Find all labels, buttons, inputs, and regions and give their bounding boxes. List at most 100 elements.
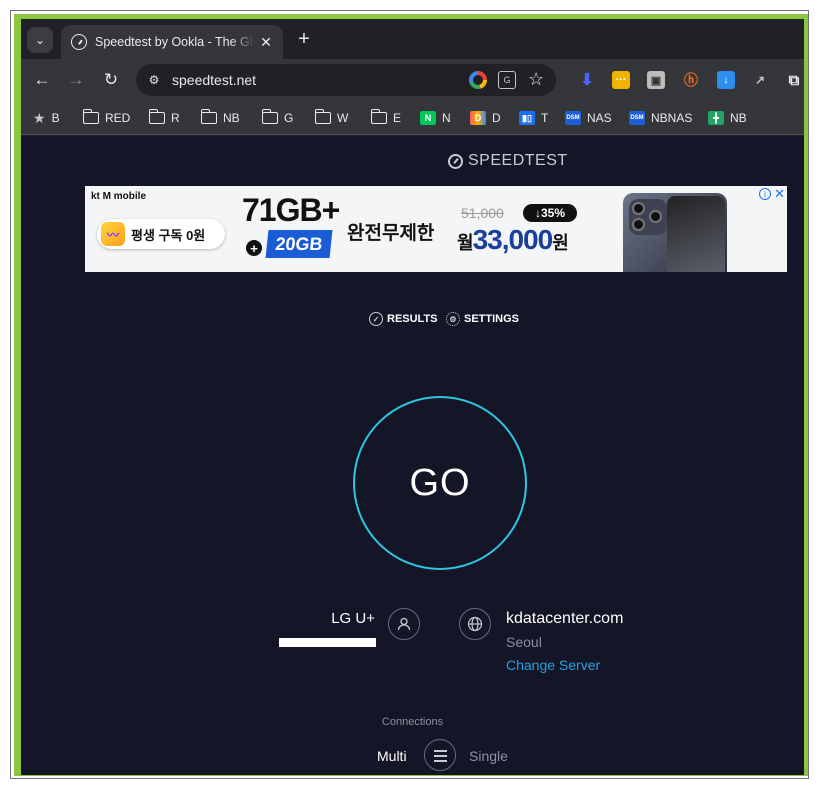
extension-puzzle-icon[interactable]: ▣ bbox=[647, 71, 665, 89]
bookmark-folder-nb[interactable]: NB bbox=[200, 109, 240, 127]
go-button[interactable]: GO bbox=[353, 396, 527, 570]
isp-name: LG U+ bbox=[331, 610, 375, 627]
site-info-icon[interactable]: ⚙ bbox=[146, 72, 162, 88]
connections-multi[interactable]: Multi bbox=[377, 748, 407, 764]
server-city: Seoul bbox=[506, 634, 542, 650]
address-bar[interactable]: ⚙ speedtest.net G ☆ bbox=[136, 64, 556, 96]
dsm-icon: DSM bbox=[629, 111, 645, 125]
bookmark-nb-sheet[interactable]: ╋ NB bbox=[708, 109, 747, 127]
tab-strip: ⌄ Speedtest by Ookla - The Global Broadb… bbox=[21, 19, 804, 59]
results-label: RESULTS bbox=[387, 313, 438, 325]
ad-price: 월33,000원 bbox=[457, 224, 569, 256]
new-tab-button[interactable]: + bbox=[293, 28, 315, 50]
bookmark-label: D bbox=[492, 111, 501, 125]
folder-icon bbox=[261, 109, 278, 124]
speedtest-page: SPEEDTEST kt M mobile 〰 평생 구독 0원 71GB+ +… bbox=[21, 136, 804, 775]
folder-icon bbox=[148, 109, 165, 124]
bookmark-folder-r[interactable]: R bbox=[148, 109, 180, 127]
star-icon: ★ bbox=[33, 109, 46, 126]
tab-speedtest[interactable]: Speedtest by Ookla - The Global Broadban… bbox=[61, 25, 283, 59]
ad-close-icon[interactable]: ✕ bbox=[774, 186, 785, 202]
bookmark-star-icon[interactable]: ☆ bbox=[528, 69, 544, 90]
extension-download-icon[interactable]: ↓ bbox=[717, 71, 735, 89]
bookmarks-bar: ★ B RED R NB G W E N N D D ▮▯ T DSM NAS … bbox=[21, 101, 804, 135]
bookmark-label: E bbox=[393, 111, 402, 125]
ad-price-suffix: 원 bbox=[552, 233, 569, 253]
bookmark-label: G bbox=[284, 111, 294, 125]
folder-icon bbox=[82, 109, 99, 124]
ad-brand: kt M mobile bbox=[91, 191, 147, 202]
bookmark-label: NAS bbox=[587, 111, 612, 125]
extension-memo-icon[interactable]: ··· bbox=[612, 71, 630, 89]
naver-icon: N bbox=[420, 111, 436, 125]
bookmark-label: NB bbox=[730, 111, 747, 125]
reload-button[interactable]: ↻ bbox=[101, 70, 121, 90]
folder-icon bbox=[200, 109, 217, 124]
folder-icon bbox=[370, 109, 387, 124]
user-icon bbox=[388, 608, 420, 640]
folder-icon bbox=[314, 109, 331, 124]
logo-text: SPEEDTEST bbox=[468, 152, 568, 169]
settings-label: SETTINGS bbox=[464, 313, 520, 325]
check-circle-icon: ✓ bbox=[369, 312, 383, 326]
phone-image bbox=[667, 196, 725, 272]
server-host: kdatacenter.com bbox=[506, 610, 624, 627]
camera-icon bbox=[629, 199, 667, 235]
speedtest-favicon-icon bbox=[71, 34, 87, 50]
connections-toggle-icon[interactable] bbox=[424, 739, 456, 771]
bookmark-b[interactable]: ★ B bbox=[33, 109, 60, 127]
ad-old-price: 51,000 bbox=[461, 205, 504, 221]
isp-ip-redacted bbox=[279, 638, 376, 647]
bookmark-nbnas[interactable]: DSM NBNAS bbox=[629, 109, 692, 127]
bookmark-n[interactable]: N N bbox=[420, 109, 451, 127]
gear-icon: ⚙ bbox=[446, 312, 460, 326]
bookmark-folder-e[interactable]: E bbox=[370, 109, 402, 127]
bookmark-label: B bbox=[51, 111, 60, 125]
results-link[interactable]: ✓ RESULTS bbox=[369, 312, 438, 326]
settings-link[interactable]: ⚙ SETTINGS bbox=[446, 312, 519, 326]
forward-button[interactable]: → bbox=[66, 70, 86, 90]
change-server-link[interactable]: Change Server bbox=[506, 657, 600, 673]
ad-banner[interactable]: kt M mobile 〰 평생 구독 0원 71GB+ + 20GB 완전무제… bbox=[85, 186, 787, 272]
connections-single[interactable]: Single bbox=[469, 748, 508, 764]
bookmark-nas[interactable]: DSM NAS bbox=[565, 109, 612, 127]
ad-subscription-pill: 〰 평생 구독 0원 bbox=[97, 219, 225, 249]
bookmark-label: R bbox=[171, 111, 180, 125]
extension-shield-icon[interactable]: ⬇ bbox=[578, 71, 596, 89]
plus-icon: + bbox=[246, 240, 262, 256]
bookmark-label: W bbox=[337, 111, 349, 125]
ad-unlimited: 완전무제한 bbox=[347, 223, 435, 244]
ad-pill-text: 평생 구독 0원 bbox=[131, 227, 206, 243]
bookmark-t[interactable]: ▮▯ T bbox=[519, 109, 548, 127]
bookmark-folder-g[interactable]: G bbox=[261, 109, 294, 127]
tab-search-button[interactable]: ⌄ bbox=[27, 27, 53, 53]
connections-label: Connections bbox=[381, 716, 444, 728]
bookmark-d[interactable]: D D bbox=[470, 109, 501, 127]
d-icon: D bbox=[470, 111, 486, 125]
ad-info-icon[interactable]: i bbox=[759, 188, 771, 200]
extension-arrow-icon[interactable]: ↗ bbox=[751, 71, 769, 89]
trello-icon: ▮▯ bbox=[519, 111, 535, 125]
tab-title: Speedtest by Ookla - The Global Broadban… bbox=[95, 35, 255, 49]
speedtest-logo[interactable]: SPEEDTEST bbox=[448, 152, 568, 170]
dsm-icon: DSM bbox=[565, 111, 581, 125]
ad-data-amount: 71GB+ bbox=[242, 192, 340, 228]
ad-discount-badge: ↓35% bbox=[523, 204, 577, 222]
sheet-icon: ╋ bbox=[708, 111, 724, 125]
bookmark-label: NBNAS bbox=[651, 111, 693, 125]
gauge-icon bbox=[448, 153, 463, 169]
tab-close-icon[interactable]: ✕ bbox=[257, 33, 275, 51]
bookmark-label: RED bbox=[105, 111, 131, 125]
google-lens-icon[interactable] bbox=[469, 71, 487, 89]
extensions-menu-icon[interactable]: ⧉ bbox=[785, 71, 803, 89]
globe-icon bbox=[459, 608, 491, 640]
ad-price-value: 33,000 bbox=[472, 224, 554, 255]
extension-h-icon[interactable]: ⓗ bbox=[682, 71, 700, 89]
bookmark-label: NB bbox=[223, 111, 240, 125]
toolbar: ← → ↻ ⚙ speedtest.net G ☆ ⬇ ··· ▣ ⓗ ↓ ↗ … bbox=[21, 59, 804, 101]
bookmark-folder-red[interactable]: RED bbox=[82, 109, 131, 127]
bookmark-folder-w[interactable]: W bbox=[314, 109, 349, 127]
ad-price-prefix: 월 bbox=[457, 233, 474, 253]
back-button[interactable]: ← bbox=[32, 70, 52, 90]
translate-icon[interactable]: G bbox=[498, 71, 516, 89]
